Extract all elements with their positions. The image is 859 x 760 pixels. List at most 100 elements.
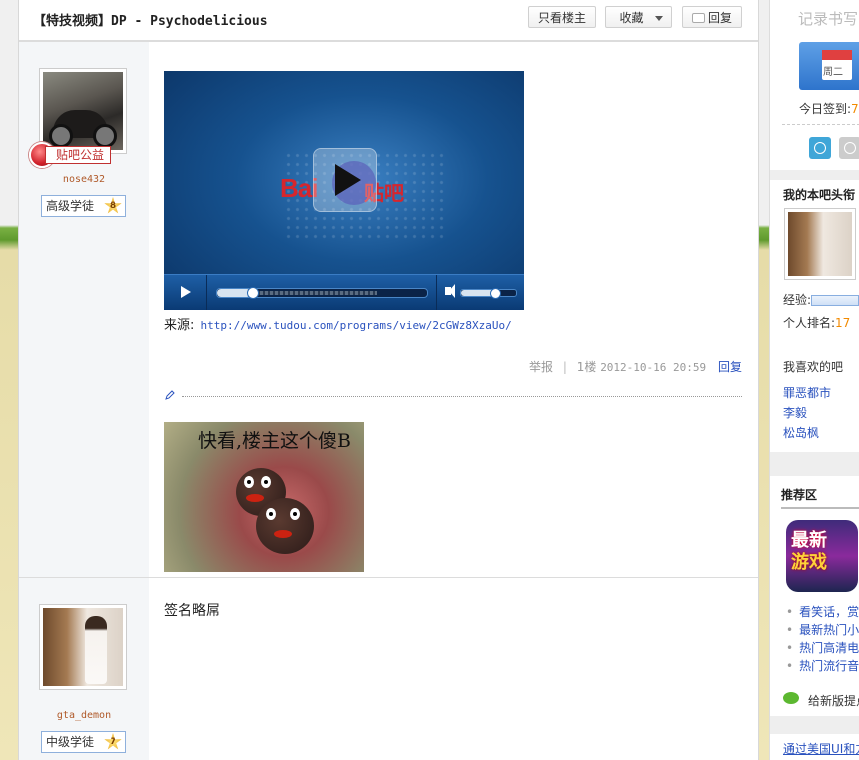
meme-caption: 快看,楼主这个傻B: [198, 430, 352, 452]
figure-shape: [85, 616, 107, 684]
username[interactable]: nose432: [19, 174, 149, 185]
video-source: 来源: http://www.tudou.com/programs/view/2…: [164, 314, 512, 333]
user-pane: gta_demon 中级学徒 7: [19, 578, 149, 760]
calendar-day: 周二: [823, 67, 843, 78]
volume-icon[interactable]: [445, 284, 455, 298]
post-floor-1: 贴吧公益 nose432 高级学徒 8 Bai 贴吧 来源: http://ww…: [19, 42, 758, 578]
thread-main: 【特技视频】DP - Psychodelicious 只看楼主 收藏 回复 贴吧…: [18, 0, 759, 760]
recommend-heading: 推荐区: [781, 488, 818, 502]
recommend-link[interactable]: 热门流行音: [786, 657, 859, 674]
face-shape: [256, 498, 314, 554]
volume-slider[interactable]: [460, 288, 517, 299]
avatar-image: [43, 72, 123, 150]
wheel-shape: [93, 124, 117, 148]
eye-shape: [261, 476, 271, 488]
calendar-icon: 周二: [822, 50, 852, 80]
progress-knob[interactable]: [246, 287, 259, 299]
username[interactable]: gta_demon: [19, 710, 149, 721]
avatar[interactable]: [39, 68, 127, 154]
right-sidebar: 记录书写 周二 今日签到:7 我的本吧头衔 经验: 个人排名:17 我喜欢的吧 …: [769, 0, 859, 760]
experience-row: 经验:: [783, 291, 859, 308]
exp-label: 经验:: [783, 293, 812, 307]
reply-button[interactable]: 回复: [682, 6, 742, 28]
play-icon[interactable]: [164, 275, 207, 310]
thread-title: 【特技视频】DP - Psychodelicious: [33, 14, 268, 29]
rank-row: 个人排名:17: [783, 314, 850, 331]
level-badge[interactable]: 高级学徒 8: [41, 195, 126, 217]
my-title-heading: 我的本吧头衔: [783, 188, 856, 202]
only-op-button[interactable]: 只看楼主: [528, 6, 596, 28]
liked-bar-link[interactable]: 李毅: [783, 404, 807, 421]
source-label: 来源:: [164, 318, 195, 333]
video-controls: [164, 274, 524, 310]
source-link[interactable]: http://www.tudou.com/programs/view/2cGWz…: [201, 319, 512, 332]
baidu-logo: Bai: [280, 173, 318, 203]
refresh-icon[interactable]: [839, 137, 859, 159]
level-badge[interactable]: 中级学徒 7: [41, 731, 126, 753]
reply-link[interactable]: 回复: [718, 360, 742, 374]
section-gap: [770, 170, 859, 180]
section-gap: [770, 452, 859, 476]
share-icon[interactable]: [809, 137, 831, 159]
thread-header: 【特技视频】DP - Psychodelicious 只看楼主 收藏 回复: [19, 0, 758, 42]
dashed-divider: [782, 124, 859, 125]
section-gap: [770, 716, 859, 734]
charity-badge-label: 贴吧公益: [45, 146, 112, 164]
lips-shape: [246, 494, 264, 502]
recommend-link[interactable]: 热门高清电: [786, 639, 859, 656]
reply-label: 回复: [707, 11, 732, 25]
floor-number: 1楼: [576, 360, 597, 374]
progress-slider[interactable]: [216, 287, 428, 299]
post-floor-2: gta_demon 中级学徒 7 签名略屌: [19, 578, 758, 760]
level-title: 中级学徒: [46, 735, 95, 749]
lips-shape: [274, 530, 292, 538]
signed-today: 今日签到:7: [799, 100, 859, 117]
pencil-icon: [165, 390, 175, 400]
liked-bar-link[interactable]: 松岛枫: [783, 424, 819, 441]
meme-image[interactable]: 快看,楼主这个傻B: [164, 422, 364, 572]
buffer-indicator: [254, 291, 377, 295]
speech-bubble-icon: [692, 13, 705, 23]
recommend-divider: [781, 507, 859, 509]
post-time: 2012-10-16 20:59: [600, 361, 707, 374]
progress-fill: [217, 289, 251, 297]
eye-shape: [266, 508, 276, 520]
signed-today-label: 今日签到:: [799, 102, 852, 116]
chat-bubble-icon: [783, 692, 799, 704]
eye-shape: [290, 508, 300, 520]
rank-label: 个人排名:: [783, 316, 836, 330]
signed-today-count: 7: [851, 102, 859, 116]
dotted-line: [182, 396, 742, 397]
favorite-button[interactable]: 收藏: [605, 6, 672, 28]
game-ad-text: 游戏: [791, 552, 827, 573]
favorite-label: 收藏: [619, 11, 644, 25]
sign-in-button[interactable]: 周二: [799, 42, 859, 90]
avatar[interactable]: [39, 604, 127, 690]
game-ad-image[interactable]: 最新 游戏: [786, 520, 858, 592]
level-star-icon: 8: [104, 197, 122, 214]
level-star-icon: 7: [104, 733, 122, 750]
chevron-down-icon: [655, 16, 663, 21]
video-player[interactable]: Bai 贴吧: [164, 71, 524, 310]
avatar-image: [43, 608, 123, 686]
liked-bar-link[interactable]: 罪恶都市: [783, 384, 831, 401]
left-background-decoration: [0, 0, 18, 760]
my-avatar[interactable]: [784, 208, 856, 280]
recommend-link[interactable]: 最新热门小: [786, 621, 859, 638]
comment-divider: [164, 390, 742, 402]
my-avatar-image: [788, 212, 852, 276]
post-content: 签名略屌: [164, 578, 758, 760]
bottom-link[interactable]: 通过美国UI和方: [783, 740, 859, 757]
rank-value: 17: [835, 316, 851, 330]
exp-progress-bar: [811, 295, 859, 306]
eye-shape: [244, 476, 254, 488]
post-meta: 举报 | 1楼 2012-10-16 20:59 回复: [529, 358, 742, 375]
volume-knob[interactable]: [490, 288, 501, 299]
big-play-icon[interactable]: [313, 148, 377, 212]
report-link[interactable]: 举报: [529, 360, 553, 374]
user-pane: 贴吧公益 nose432 高级学徒 8: [19, 42, 149, 577]
feedback-link[interactable]: 给新版提点: [808, 692, 859, 709]
wheel-shape: [49, 124, 73, 148]
recommend-link[interactable]: 看笑话，赏: [786, 603, 859, 620]
control-divider: [436, 275, 437, 310]
